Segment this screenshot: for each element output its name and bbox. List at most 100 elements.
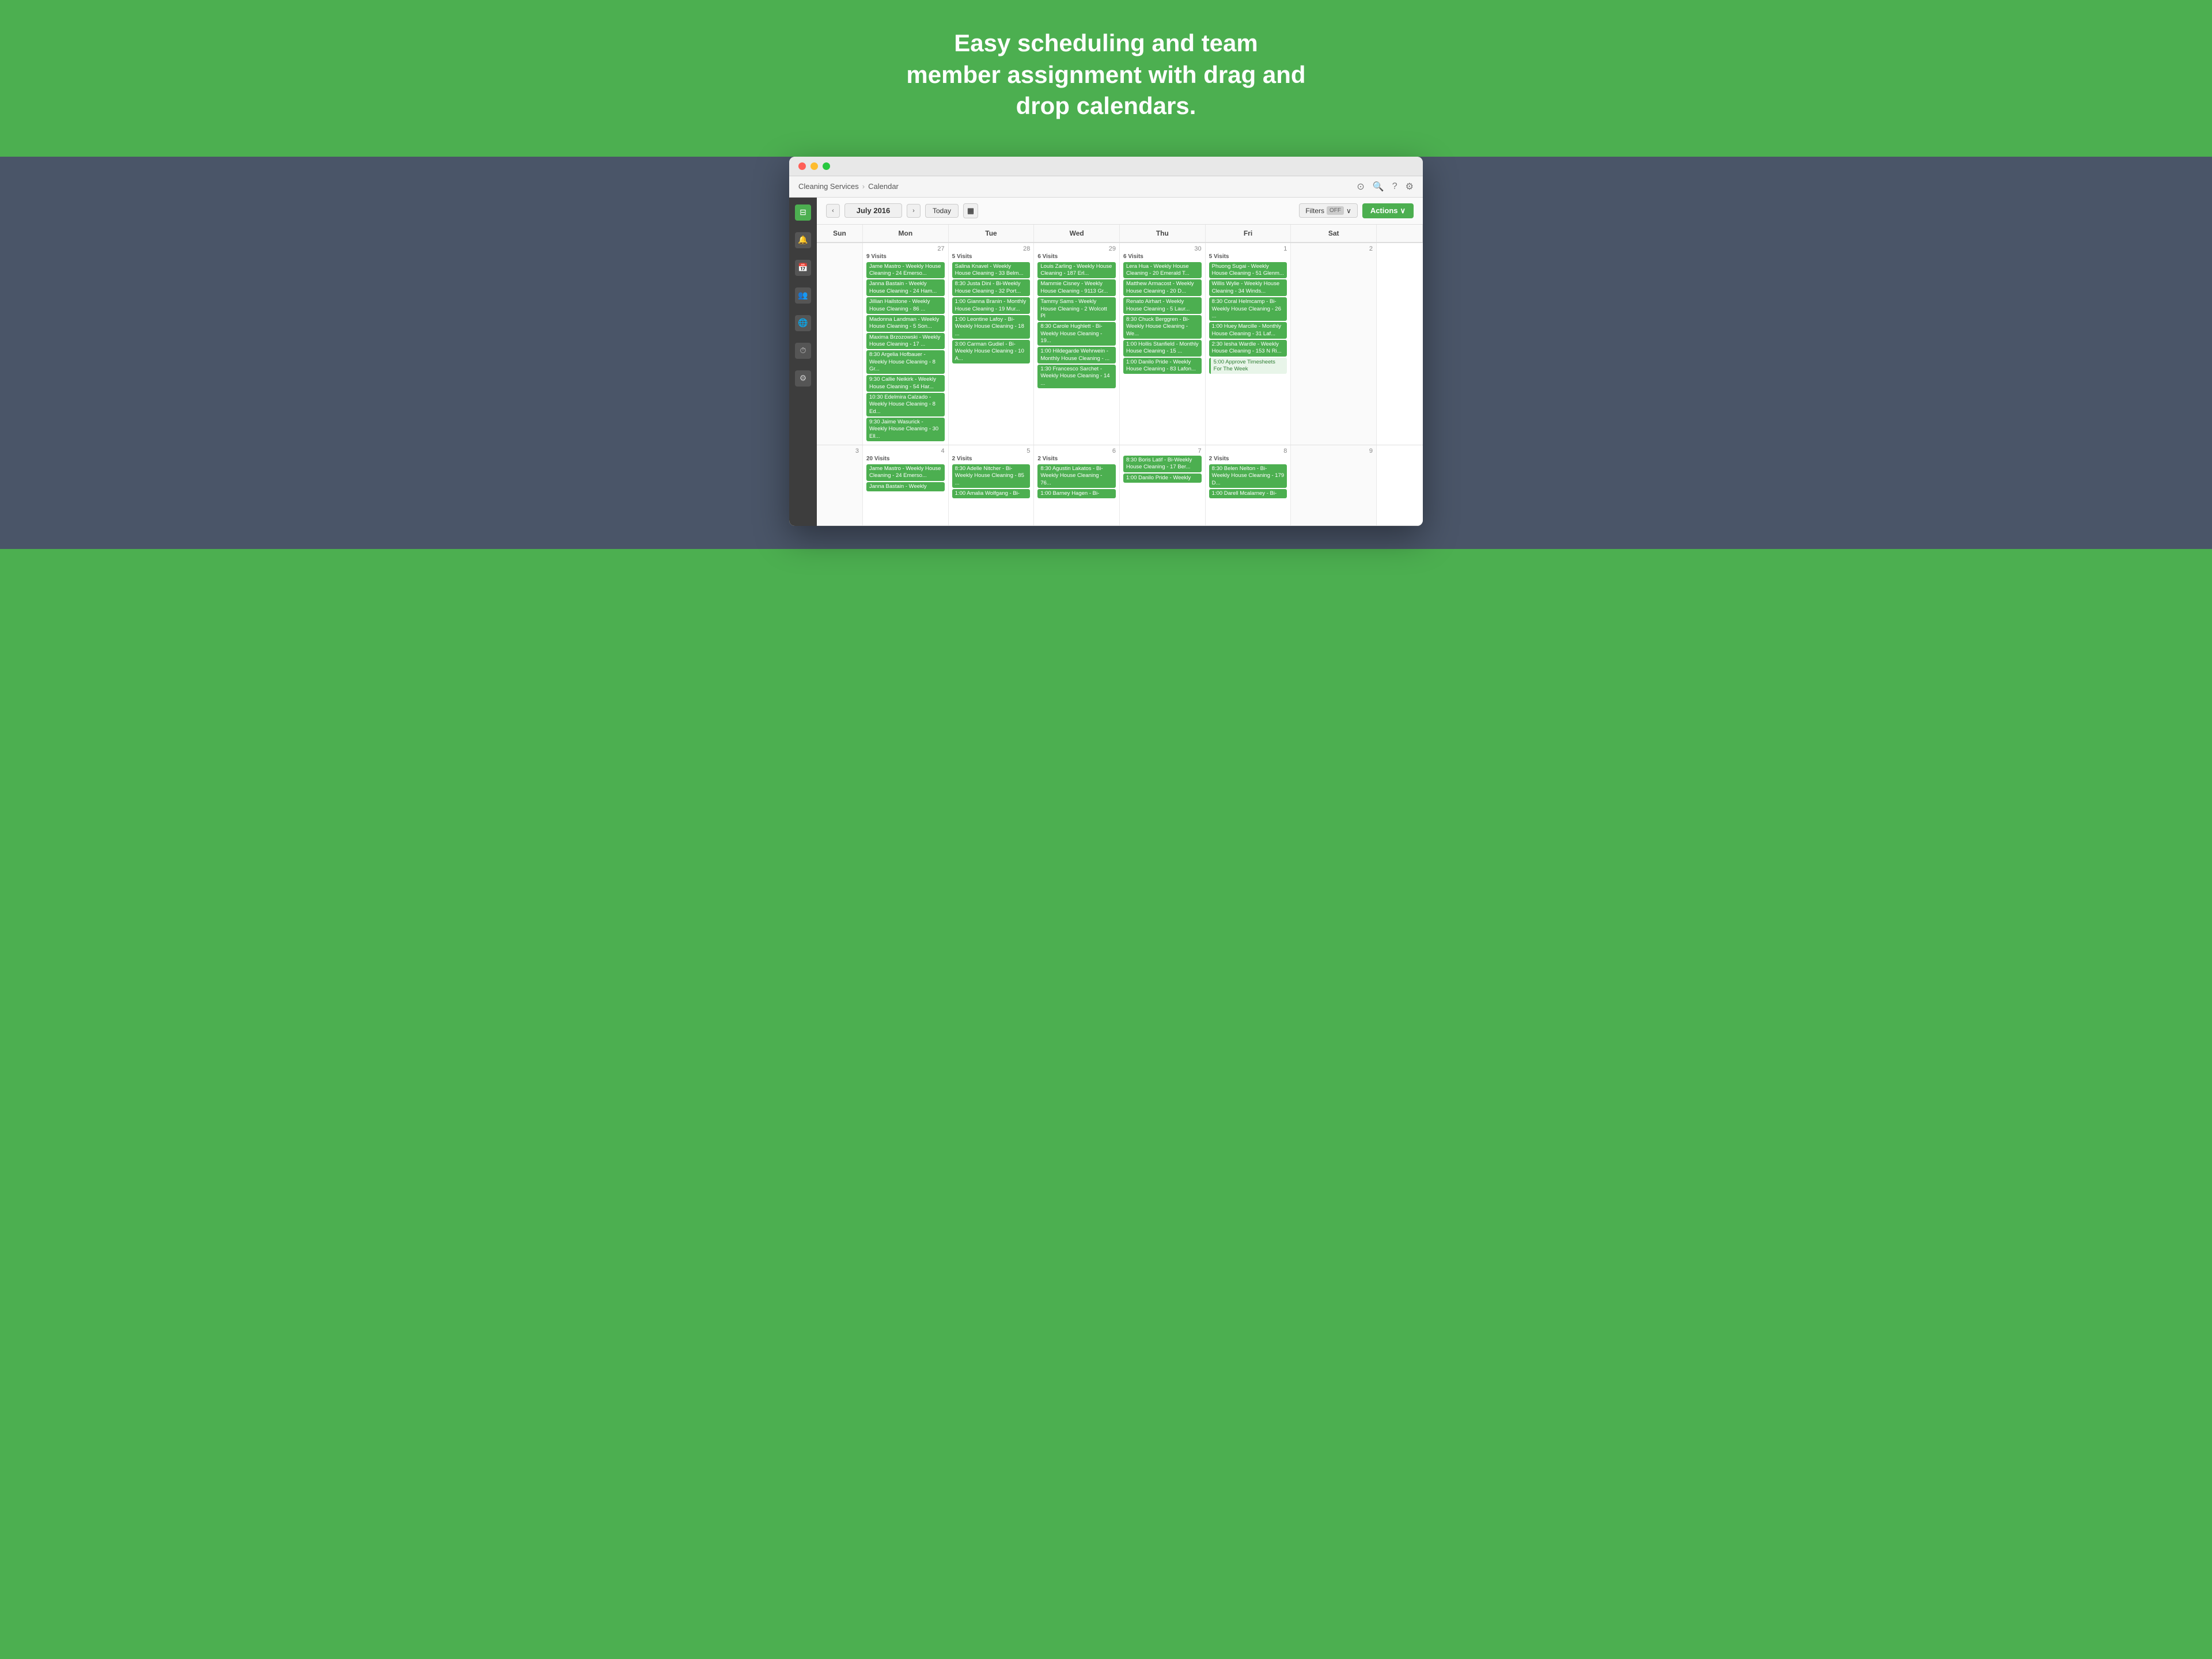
header-tue: Tue: [949, 225, 1035, 242]
day-cell-2[interactable]: 285 VisitsSalina Knavel - Weekly House C…: [949, 243, 1035, 445]
day-cell-3[interactable]: 62 Visits8:30 Agustin Lakatos - Bi-Weekl…: [1034, 445, 1120, 525]
day-cell-3[interactable]: 296 VisitsLouis Zarling - Weekly House C…: [1034, 243, 1120, 445]
prev-month-button[interactable]: ‹: [826, 204, 840, 218]
event-4-4[interactable]: 1:00 Hollis Stanfield - Monthly House Cl…: [1123, 340, 1202, 357]
day-cell-0[interactable]: 3: [817, 445, 863, 525]
event-5-0[interactable]: Phuong Sugai - Weekly House Cleaning - 5…: [1209, 262, 1287, 279]
event-4-0[interactable]: Lera Hua - Weekly House Cleaning - 20 Em…: [1123, 262, 1202, 279]
visit-count: 2 Visits: [1209, 456, 1287, 462]
event-3-1[interactable]: 1:00 Barney Hagen - Bi-: [1037, 489, 1116, 498]
day-number: 29: [1037, 245, 1116, 252]
event-1-0[interactable]: Jame Mastro - Weekly House Cleaning - 24…: [866, 262, 945, 279]
event-5-2[interactable]: 8:30 Coral Helmcamp - Bi-Weekly House Cl…: [1209, 297, 1287, 321]
hero-title: Easy scheduling and team member assignme…: [904, 28, 1308, 122]
actions-chevron: ∨: [1400, 206, 1406, 215]
event-1-7[interactable]: 10:30 Edelmira Calzado - Weekly House Cl…: [866, 393, 945, 416]
event-5-0[interactable]: 8:30 Belen Nelton - Bi-Weekly House Clea…: [1209, 464, 1287, 488]
header-extra: [1377, 225, 1423, 242]
sidebar-item-settings[interactable]: ⚙: [795, 370, 811, 387]
sidebar-item-people[interactable]: 👥: [795, 287, 811, 304]
actions-button[interactable]: Actions ∨: [1362, 203, 1414, 218]
hero-section: Easy scheduling and team member assignme…: [0, 0, 2212, 157]
day-number: 4: [866, 448, 945, 454]
event-2-1[interactable]: 1:00 Amalia Wolfgang - Bi-: [952, 489, 1031, 498]
event-2-2[interactable]: 1:00 Gianna Branin - Monthly House Clean…: [952, 297, 1031, 314]
event-1-0[interactable]: Jame Mastro - Weekly House Cleaning - 24…: [866, 464, 945, 481]
event-3-3[interactable]: 8:30 Carole Hughlett - Bi-Weekly House C…: [1037, 322, 1116, 346]
event-2-1[interactable]: 8:30 Justa Dini - Bi-Weekly House Cleani…: [952, 279, 1031, 296]
event-5-1[interactable]: Willis Wylie - Weekly House Cleaning - 3…: [1209, 279, 1287, 296]
day-cell-6[interactable]: 2: [1291, 243, 1377, 445]
filters-chevron: ∨: [1346, 207, 1351, 215]
event-1-4[interactable]: Maxima Brzozowski - Weekly House Cleanin…: [866, 333, 945, 350]
question-icon[interactable]: ?: [1392, 181, 1397, 192]
event-3-5[interactable]: 1:30 Francesco Sarchet - Weekly House Cl…: [1037, 365, 1116, 388]
sidebar-item-bell[interactable]: 🔔: [795, 232, 811, 248]
breadcrumb-cleaning[interactable]: Cleaning Services: [798, 182, 859, 191]
event-4-1[interactable]: 1:00 Danilo Pride - Weekly: [1123, 474, 1202, 483]
header-fri: Fri: [1206, 225, 1291, 242]
calendar-grid: Sun Mon Tue Wed Thu Fri Sat 279 VisitsJa…: [817, 225, 1423, 526]
filters-label: Filters: [1305, 207, 1324, 215]
traffic-light-green[interactable]: [823, 162, 830, 170]
gear-icon[interactable]: ⚙: [1406, 181, 1414, 192]
grid-view-button[interactable]: ▦: [963, 203, 978, 218]
breadcrumb: Cleaning Services › Calendar: [798, 182, 1352, 191]
day-cell-5[interactable]: 82 Visits8:30 Belen Nelton - Bi-Weekly H…: [1206, 445, 1291, 525]
event-1-6[interactable]: 9:30 Callie Neikirk - Weekly House Clean…: [866, 375, 945, 392]
day-cell-4[interactable]: 78:30 Boris Latif - Bi-Weekly House Clea…: [1120, 445, 1206, 525]
event-4-1[interactable]: Matthew Armacost - Weekly House Cleaning…: [1123, 279, 1202, 296]
event-3-0[interactable]: 8:30 Agustin Lakatos - Bi-Weekly House C…: [1037, 464, 1116, 488]
event-1-1[interactable]: Janna Bastain - Weekly: [866, 482, 945, 491]
day-cell-6[interactable]: 9: [1291, 445, 1377, 525]
event-1-1[interactable]: Janna Bastain - Weekly House Cleaning - …: [866, 279, 945, 296]
day-cell-4[interactable]: 306 VisitsLera Hua - Weekly House Cleani…: [1120, 243, 1206, 445]
breadcrumb-calendar[interactable]: Calendar: [868, 182, 899, 191]
today-button[interactable]: Today: [925, 204, 959, 218]
event-1-5[interactable]: 8:30 Argelia Hofbauer - Weekly House Cle…: [866, 350, 945, 374]
sidebar-item-dashboard[interactable]: ⊟: [795, 204, 811, 221]
event-2-0[interactable]: Salina Knavel - Weekly House Cleaning - …: [952, 262, 1031, 279]
search-icon[interactable]: 🔍: [1373, 181, 1384, 192]
traffic-light-yellow[interactable]: [810, 162, 818, 170]
event-2-3[interactable]: 1:00 Leontine Lafoy - Bi-Weekly House Cl…: [952, 315, 1031, 339]
event-4-3[interactable]: 8:30 Chuck Berggren - Bi-Weekly House Cl…: [1123, 315, 1202, 339]
visit-count: 9 Visits: [866, 253, 945, 260]
day-cell-2[interactable]: 52 Visits8:30 Adelle Nitcher - Bi-Weekly…: [949, 445, 1035, 525]
day-cell-0[interactable]: [817, 243, 863, 445]
sidebar-item-globe[interactable]: 🌐: [795, 315, 811, 331]
event-4-0[interactable]: 8:30 Boris Latif - Bi-Weekly House Clean…: [1123, 456, 1202, 472]
header-sun: Sun: [817, 225, 863, 242]
app-window: Cleaning Services › Calendar ⊙ 🔍 ? ⚙ ⊟ 🔔…: [789, 157, 1423, 526]
circle-icon[interactable]: ⊙: [1357, 181, 1364, 192]
event-4-2[interactable]: Renato Airhart - Weekly House Cleaning -…: [1123, 297, 1202, 314]
sidebar-item-clock[interactable]: ⏱: [795, 343, 811, 359]
filters-button[interactable]: Filters OFF ∨: [1299, 203, 1357, 218]
nav-bar: Cleaning Services › Calendar ⊙ 🔍 ? ⚙: [789, 176, 1423, 198]
event-1-8[interactable]: 9:30 Jaime Wasurick - Weekly House Clean…: [866, 418, 945, 441]
event-3-4[interactable]: 1:00 Hildegarde Wehrwein - Monthly House…: [1037, 347, 1116, 363]
day-number: 9: [1294, 448, 1373, 454]
event-5-3[interactable]: 1:00 Huey Marcille - Monthly House Clean…: [1209, 322, 1287, 339]
event-3-1[interactable]: Mammie Cisney - Weekly House Cleaning - …: [1037, 279, 1116, 296]
sidebar-item-calendar[interactable]: 📅: [795, 260, 811, 276]
event-3-2[interactable]: Tammy Sams - Weekly House Cleaning - 2 W…: [1037, 297, 1116, 321]
header-sat: Sat: [1291, 225, 1377, 242]
event-3-0[interactable]: Louis Zarling - Weekly House Cleaning - …: [1037, 262, 1116, 279]
day-cell-5[interactable]: 15 VisitsPhuong Sugai - Weekly House Cle…: [1206, 243, 1291, 445]
event-2-0[interactable]: 8:30 Adelle Nitcher - Bi-Weekly House Cl…: [952, 464, 1031, 488]
event-2-4[interactable]: 3:00 Carman Gudiel - Bi-Weekly House Cle…: [952, 340, 1031, 363]
day-number: 3: [820, 448, 859, 454]
event-5-4[interactable]: 2:30 Iesha Wardle - Weekly House Cleanin…: [1209, 340, 1287, 357]
event-4-5[interactable]: 1:00 Danilo Pride - Weekly House Cleanin…: [1123, 358, 1202, 374]
traffic-light-red[interactable]: [798, 162, 806, 170]
event-5-5[interactable]: 5:00 Approve Timesheets For The Week: [1209, 358, 1287, 374]
header-mon: Mon: [863, 225, 949, 242]
next-month-button[interactable]: ›: [907, 204, 921, 218]
event-1-2[interactable]: Jillian Hailstone - Weekly House Cleanin…: [866, 297, 945, 314]
event-5-1[interactable]: 1:00 Darell Mcalarney - Bi-: [1209, 489, 1287, 498]
filters-state: OFF: [1327, 206, 1344, 215]
day-cell-1[interactable]: 279 VisitsJame Mastro - Weekly House Cle…: [863, 243, 949, 445]
day-cell-1[interactable]: 420 VisitsJame Mastro - Weekly House Cle…: [863, 445, 949, 525]
event-1-3[interactable]: Madonna Landman - Weekly House Cleaning …: [866, 315, 945, 332]
